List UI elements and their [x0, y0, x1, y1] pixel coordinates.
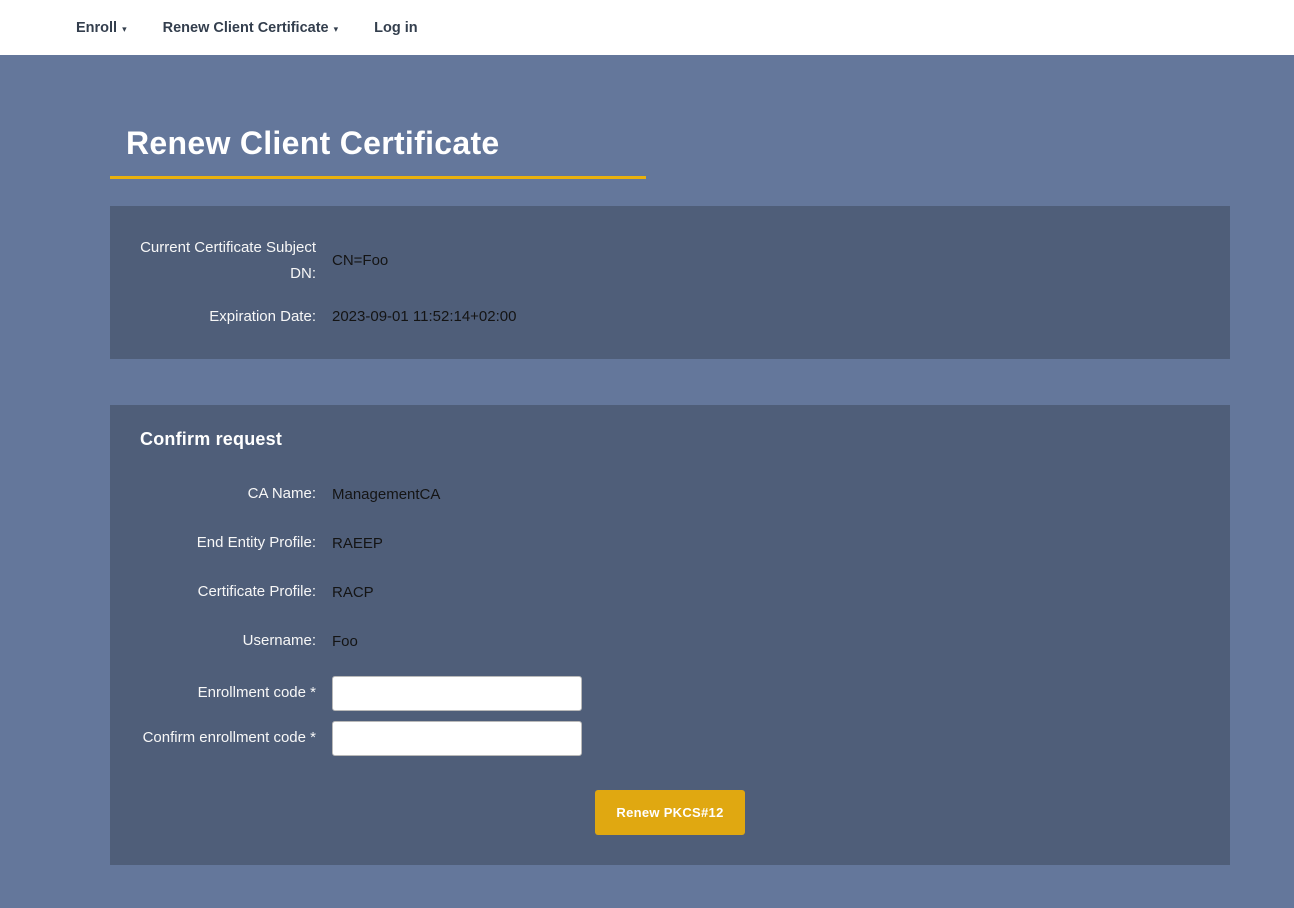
main-content: Renew Client Certificate Current Certifi… [0, 125, 1294, 865]
renew-pkcs12-button[interactable]: Renew PKCS#12 [595, 790, 744, 835]
nav-item-enroll[interactable]: Enroll ▾ [76, 20, 127, 36]
top-nav: Enroll ▾ Renew Client Certificate ▾ Log … [0, 0, 1294, 55]
confirm-enrollment-code-row: Confirm enrollment code * [140, 721, 1200, 756]
enrollment-code-field-wrap [332, 676, 1200, 711]
ca-name-row: CA Name: ManagementCA [140, 470, 1200, 519]
nav-item-log-in[interactable]: Log in [374, 20, 418, 36]
nav-item-enroll-label: Enroll [76, 20, 117, 36]
caret-down-icon: ▾ [122, 24, 127, 35]
ca-name-value: ManagementCA [332, 484, 1200, 505]
page-title-underline: Renew Client Certificate [110, 125, 646, 179]
certificate-profile-label: Certificate Profile: [140, 579, 316, 605]
enrollment-code-row: Enrollment code * [140, 676, 1200, 711]
page-title: Renew Client Certificate [110, 125, 646, 162]
confirm-request-panel: Confirm request CA Name: ManagementCA En… [110, 405, 1230, 865]
confirm-request-title: Confirm request [140, 429, 1200, 450]
enrollment-code-input[interactable] [332, 676, 582, 711]
subject-dn-label: Current Certificate Subject DN: [140, 235, 316, 286]
button-row: Renew PKCS#12 [140, 790, 1200, 835]
confirm-enrollment-code-input[interactable] [332, 721, 582, 756]
subject-dn-row: Current Certificate Subject DN: CN=Foo [140, 226, 1200, 295]
end-entity-profile-row: End Entity Profile: RAEEP [140, 519, 1200, 568]
certificate-profile-value: RACP [332, 582, 1200, 603]
ca-name-label: CA Name: [140, 481, 316, 507]
expiration-date-label: Expiration Date: [140, 304, 316, 330]
caret-down-icon: ▾ [334, 24, 339, 35]
end-entity-profile-value: RAEEP [332, 533, 1200, 554]
confirm-enrollment-code-label: Confirm enrollment code * [140, 725, 316, 751]
certificate-info-panel: Current Certificate Subject DN: CN=Foo E… [110, 206, 1230, 359]
certificate-profile-row: Certificate Profile: RACP [140, 568, 1200, 617]
nav-item-renew-label: Renew Client Certificate [163, 20, 329, 36]
username-value: Foo [332, 631, 1200, 652]
username-row: Username: Foo [140, 617, 1200, 666]
expiration-date-row: Expiration Date: 2023-09-01 11:52:14+02:… [140, 295, 1200, 339]
nav-item-renew-client-certificate[interactable]: Renew Client Certificate ▾ [163, 20, 339, 36]
expiration-date-value: 2023-09-01 11:52:14+02:00 [332, 306, 1200, 327]
username-label: Username: [140, 628, 316, 654]
enrollment-code-label: Enrollment code * [140, 680, 316, 706]
nav-item-login-label: Log in [374, 20, 418, 36]
subject-dn-value: CN=Foo [332, 250, 1200, 271]
end-entity-profile-label: End Entity Profile: [140, 530, 316, 556]
confirm-enrollment-code-field-wrap [332, 721, 1200, 756]
